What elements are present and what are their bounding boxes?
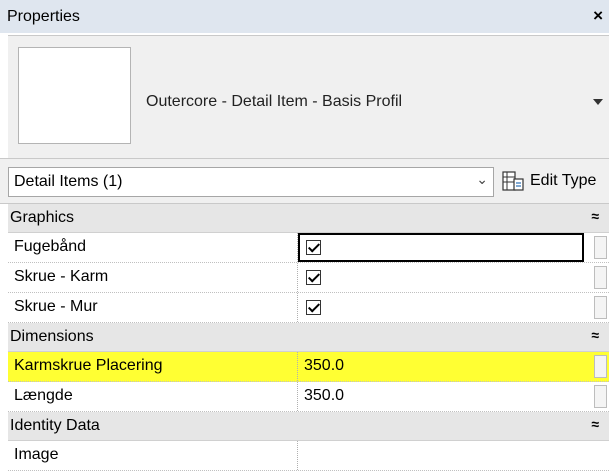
chevron-down-icon[interactable]: ⌄: [476, 171, 488, 188]
filter-label: Detail Items (1): [14, 173, 123, 190]
property-row: Skrue - Karm: [8, 263, 609, 293]
fugebaand-checkbox[interactable]: [306, 240, 321, 255]
edit-type-label: Edit Type: [530, 172, 597, 189]
row-scroll-handle[interactable]: [594, 355, 607, 378]
group-header-dimensions[interactable]: Dimensions ≈: [8, 323, 609, 352]
property-name: Karmskrue Placering: [14, 357, 163, 374]
panel-title: Properties: [7, 7, 80, 25]
group-name: Graphics: [10, 209, 75, 226]
property-row: Fugebånd: [8, 233, 609, 263]
property-name: Skrue - Karm: [14, 268, 109, 285]
group-name: Dimensions: [10, 328, 94, 345]
property-name: Længde: [14, 387, 73, 404]
group-header-identity-data[interactable]: Identity Data ≈: [8, 412, 609, 441]
property-name: Skrue - Mur: [14, 298, 98, 315]
property-value[interactable]: 350.0: [304, 357, 344, 375]
type-name: Outercore - Detail Item - Basis Profil: [146, 93, 403, 110]
group-name: Identity Data: [10, 417, 100, 434]
type-selector[interactable]: Outercore - Detail Item - Basis Profil: [8, 35, 609, 158]
property-name: Fugebånd: [14, 238, 87, 255]
filter-row: Detail Items (1) ⌄ Edit Type: [0, 158, 609, 204]
row-scroll-handle[interactable]: [594, 266, 607, 289]
properties-grid: Graphics ≈ Fugebånd Skrue - Karm Skrue -…: [8, 204, 609, 471]
element-filter-dropdown[interactable]: Detail Items (1) ⌄: [8, 167, 494, 197]
edit-type-icon: [502, 171, 524, 191]
property-row: Længde 350.0: [8, 382, 609, 412]
edit-type-button[interactable]: Edit Type: [502, 164, 596, 198]
property-row: Image: [8, 441, 609, 471]
property-row: Skrue - Mur: [8, 293, 609, 323]
collapse-icon[interactable]: ≈: [591, 208, 599, 224]
dropdown-arrow-icon[interactable]: [593, 99, 603, 105]
type-preview-image: [18, 47, 131, 144]
collapse-icon[interactable]: ≈: [591, 416, 599, 432]
row-scroll-handle[interactable]: [594, 385, 607, 408]
property-row-highlighted: Karmskrue Placering 350.0: [8, 352, 609, 382]
collapse-icon[interactable]: ≈: [591, 327, 599, 343]
skrue-mur-checkbox[interactable]: [306, 300, 321, 315]
property-value[interactable]: 350.0: [304, 387, 344, 405]
properties-titlebar: Properties ×: [0, 0, 609, 33]
row-scroll-handle[interactable]: [594, 296, 607, 319]
row-scroll-handle[interactable]: [594, 236, 607, 259]
skrue-karm-checkbox[interactable]: [306, 270, 321, 285]
property-name: Image: [14, 446, 59, 463]
property-value-cell[interactable]: [298, 233, 584, 262]
group-header-graphics[interactable]: Graphics ≈: [8, 204, 609, 233]
close-icon[interactable]: ×: [593, 6, 603, 26]
